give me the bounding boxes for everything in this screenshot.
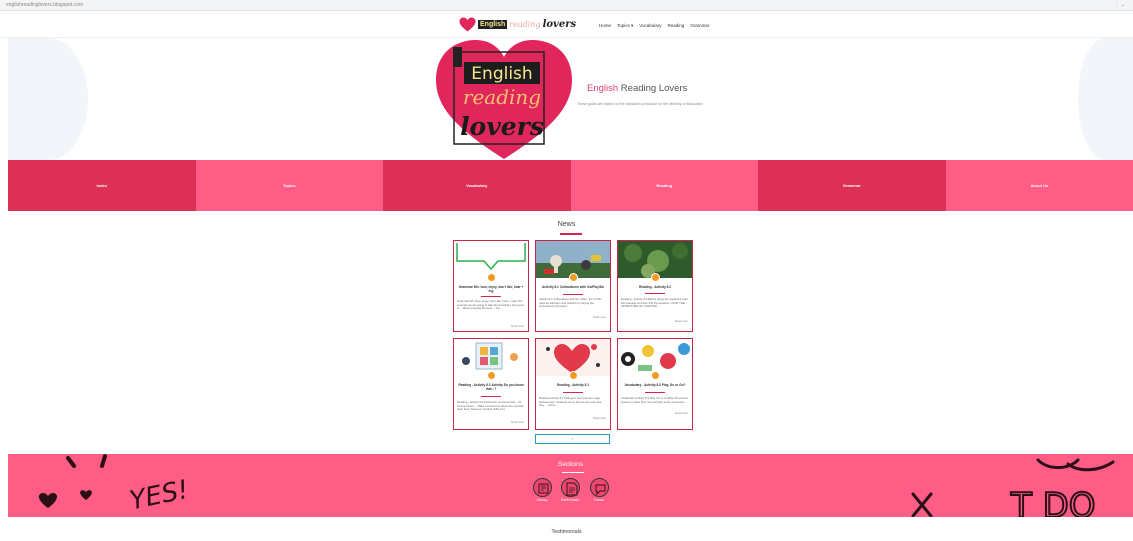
blogger-icon xyxy=(487,371,496,380)
logo-lovers: lovers xyxy=(542,19,577,30)
news-card[interactable]: Reading - Activity 8.1 Reading Activity … xyxy=(535,338,611,430)
category-index[interactable]: Index xyxy=(8,160,196,211)
blog-url[interactable]: englishreadinglovers.blogspot.com xyxy=(6,2,83,8)
card-excerpt: Activity 8.1 Collocations with Go / Play… xyxy=(539,297,602,309)
news-card[interactable]: Reading - Activity 8.2 Reading - Activit… xyxy=(617,240,693,332)
card-title[interactable]: Reading - Activity 8.2 xyxy=(621,285,689,289)
blogger-icon xyxy=(569,273,578,282)
load-more-button[interactable]: + xyxy=(535,434,610,444)
nav-vocabulary[interactable]: Vocabulary xyxy=(639,23,661,29)
news-card[interactable]: Activity 8.1 Collocations with Go/Play/D… xyxy=(535,240,611,332)
heart-icon xyxy=(459,17,476,32)
news-card[interactable]: Reading - Activity 8.3 Activity Do you k… xyxy=(453,338,529,430)
nav-topics[interactable]: Topics ▾ xyxy=(617,23,633,29)
main-nav: Home Topics ▾ Vocabulary Reading Grammar xyxy=(599,23,709,29)
testimonials-title: Testimonials xyxy=(551,529,582,535)
hero-section: English reading lovers English Reading L… xyxy=(8,38,1133,160)
decor-blob-left xyxy=(8,38,88,160)
sections-title: Sections xyxy=(558,461,583,468)
card-divider xyxy=(563,294,583,295)
nav-home[interactable]: Home xyxy=(599,23,611,29)
svg-text:T DO: T DO xyxy=(1010,486,1096,517)
news-underline xyxy=(560,233,582,235)
news-card[interactable]: Vocabulary - Activity 8.3 Play, Do or Go… xyxy=(617,338,693,430)
references-icon xyxy=(560,478,580,497)
svg-text:YES!: YES! xyxy=(127,475,191,517)
section-library-label: Library xyxy=(536,498,548,502)
section-references[interactable]: References xyxy=(556,478,584,502)
card-excerpt: Vocabulary Activity 8.3 Play, Do or Go/P… xyxy=(621,396,689,404)
decor-blob-right xyxy=(1078,38,1133,160)
category-vocabulary[interactable]: Vocabulary xyxy=(383,160,571,211)
nav-grammar[interactable]: Grammar xyxy=(690,23,709,29)
blogger-icon xyxy=(569,371,578,380)
card-excerpt: Reading - Activity 8.3 Activity Do you k… xyxy=(457,400,524,412)
hero-subtitle: These goals are based on the standard cu… xyxy=(577,102,703,106)
section-forum[interactable]: Forum xyxy=(585,478,613,502)
top-tools[interactable]: ⋮ ⌄ xyxy=(1114,2,1125,8)
card-read-more[interactable]: Read more xyxy=(675,320,688,323)
hero-title-rest: Reading Lovers xyxy=(618,83,688,94)
card-title[interactable]: Reading - Activity 8.3 Activity Do you k… xyxy=(457,383,525,391)
top-bar: englishreadinglovers.blogspot.com ⋮ ⌄ xyxy=(0,0,1133,11)
card-title[interactable]: Reading - Activity 8.1 xyxy=(539,383,607,387)
forum-icon xyxy=(589,478,609,497)
card-read-more[interactable]: Read more xyxy=(593,316,606,319)
hero-title-accent: English xyxy=(587,83,619,94)
sections-underline xyxy=(562,472,584,473)
card-excerpt: Reading - Activity 8.2 Before doing the … xyxy=(621,297,688,309)
hero-logo-reading: reading xyxy=(463,85,541,109)
card-divider xyxy=(645,392,665,393)
category-grammar[interactable]: Grammar xyxy=(758,160,946,211)
card-excerpt: Grammar 6th: How, enjoy, don't like, hat… xyxy=(457,299,525,311)
header-logo[interactable]: English reading lovers xyxy=(459,16,576,33)
logo-english: English xyxy=(478,20,508,29)
news-card[interactable]: Grammar 6th: how, enjoy, don't like, hat… xyxy=(453,240,529,332)
hero-logo-english: English xyxy=(471,64,532,84)
category-reading[interactable]: Reading xyxy=(570,160,758,211)
card-read-more[interactable]: Read more xyxy=(511,421,524,424)
card-read-more[interactable]: Read more xyxy=(511,325,524,328)
news-title: News xyxy=(557,221,576,228)
section-forum-label: Forum xyxy=(593,498,605,502)
hero-logo: English reading lovers xyxy=(434,38,574,160)
card-title[interactable]: Activity 8.1 Collocations with Go/Play/D… xyxy=(539,285,607,289)
card-divider xyxy=(563,392,583,393)
card-title[interactable]: Grammar 6th: how, enjoy, don't like, hat… xyxy=(457,285,525,293)
card-read-more[interactable]: Read more xyxy=(593,417,606,420)
blogger-icon xyxy=(651,273,660,282)
sections-band: YES! T DO Sections Library References Fo… xyxy=(8,454,1133,517)
card-read-more[interactable]: Read more xyxy=(675,412,688,415)
category-about-us[interactable]: About Us xyxy=(945,160,1133,211)
hero-title: English Reading Lovers xyxy=(587,83,687,94)
blogger-icon xyxy=(651,371,660,380)
section-references-label: References xyxy=(560,498,580,502)
card-divider xyxy=(645,293,665,294)
site-header: English reading lovers Home Topics ▾ Voc… xyxy=(0,11,1133,38)
card-title[interactable]: Vocabulary - Activity 8.3 Play, Do or Go… xyxy=(621,383,689,387)
hero-logo-lovers: lovers xyxy=(460,112,544,141)
blogger-icon xyxy=(487,273,496,282)
logo-reading: reading xyxy=(509,20,541,29)
card-divider xyxy=(481,396,501,397)
card-divider xyxy=(481,296,501,297)
nav-reading[interactable]: Reading xyxy=(668,23,685,29)
library-icon xyxy=(532,478,552,497)
card-excerpt: Reading Activity 8.1 Dialogue: Let's joi… xyxy=(539,396,602,408)
category-bar: Index Topics Vocabulary Reading Grammar … xyxy=(8,160,1133,211)
category-topics[interactable]: Topics xyxy=(195,160,383,211)
section-library[interactable]: Library xyxy=(528,478,556,502)
